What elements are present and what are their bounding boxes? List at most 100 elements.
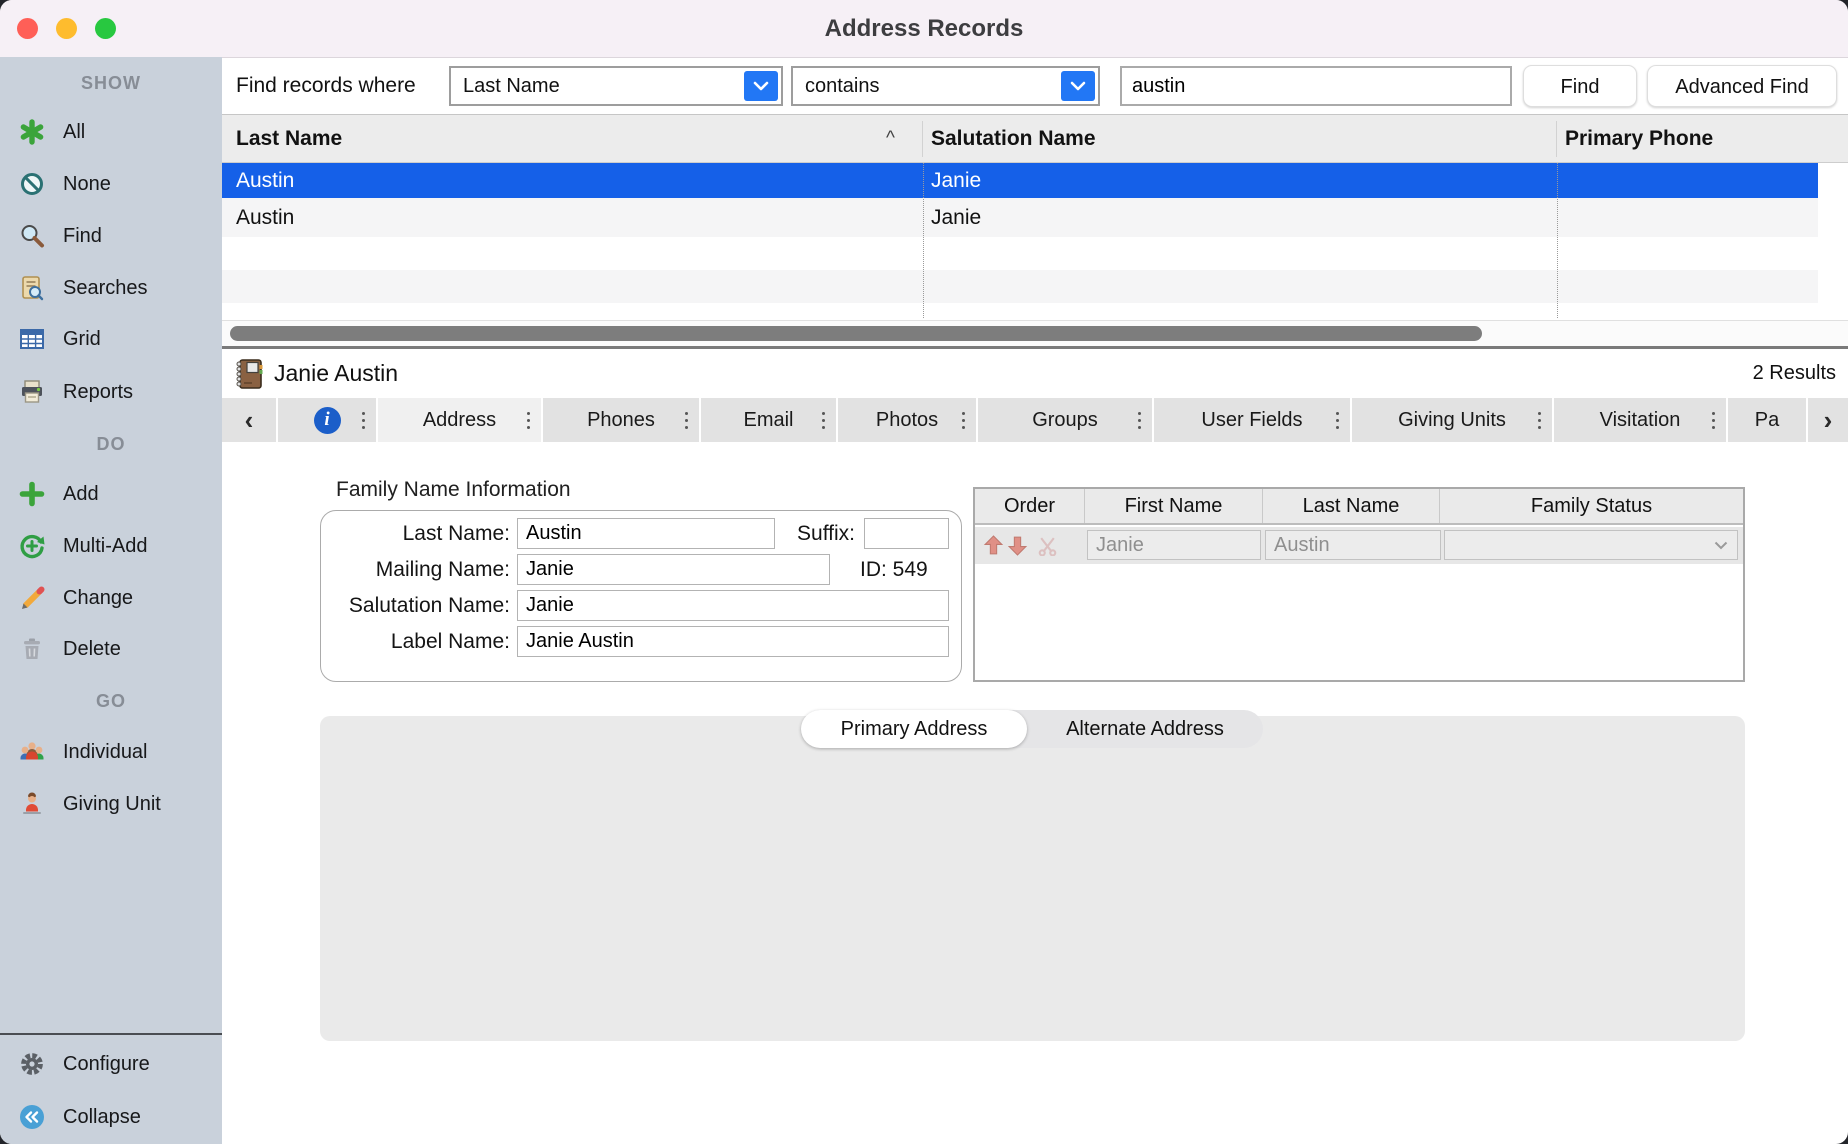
scrollbar-thumb[interactable] [230, 326, 1482, 341]
column-header-primary-phone[interactable]: Primary Phone [1565, 115, 1713, 162]
sidebar-item-grid[interactable]: Grid [18, 323, 101, 355]
column-divider[interactable] [1556, 121, 1557, 157]
tab-label: User Fields [1201, 408, 1303, 431]
tab-photos[interactable]: Photos [838, 398, 976, 442]
horizontal-scrollbar[interactable] [222, 320, 1848, 346]
column-divider[interactable] [922, 121, 923, 157]
tab-giving-units[interactable]: Giving Units [1352, 398, 1552, 442]
person-icon [23, 792, 41, 814]
tab-label: Pa [1754, 408, 1780, 431]
column-header-salutation-name[interactable]: Salutation Name [931, 115, 1096, 162]
member-first-name-field[interactable]: Janie [1087, 530, 1261, 560]
segment-alternate-address[interactable]: Alternate Address [1027, 710, 1263, 748]
suffix-label: Suffix: [797, 522, 855, 545]
table-row-empty[interactable] [222, 237, 1818, 270]
table-row-selected[interactable]: Austin Janie [222, 163, 1818, 198]
sidebar-item-configure[interactable]: Configure [18, 1048, 150, 1080]
member-family-status-select[interactable] [1444, 530, 1738, 560]
saved-search-icon [22, 276, 44, 301]
tabs-scroll-right-button[interactable]: › [1808, 398, 1848, 442]
multi-add-icon [20, 534, 45, 559]
find-button[interactable]: Find [1523, 65, 1637, 107]
sidebar-item-multi-add[interactable]: Multi-Add [18, 530, 147, 562]
label-name-field[interactable] [517, 626, 949, 657]
family-info-legend: Family Name Information [336, 478, 571, 501]
table-row[interactable]: Austin Janie [222, 198, 1818, 237]
move-up-icon[interactable] [983, 535, 1004, 556]
sidebar-item-add[interactable]: Add [18, 478, 99, 510]
sidebar-item-delete[interactable]: Delete [18, 633, 121, 665]
salutation-name-label: Salutation Name: [348, 594, 510, 617]
sidebar-item-label: Find [63, 224, 102, 247]
sidebar-item-change[interactable]: Change [18, 582, 133, 614]
last-name-field[interactable] [517, 518, 775, 549]
address-panel [320, 716, 1745, 1041]
cut-icon[interactable] [1037, 535, 1058, 556]
tab-visitation[interactable]: Visitation [1554, 398, 1726, 442]
sidebar-item-label: Multi-Add [63, 534, 148, 557]
tab-menu-dots-icon[interactable] [1712, 419, 1715, 422]
tab-menu-dots-icon[interactable] [822, 419, 825, 422]
tab-label: Groups [1032, 408, 1098, 431]
magnifier-icon [21, 225, 44, 248]
people-icon [20, 742, 44, 760]
plus-icon [19, 481, 45, 507]
tab-menu-dots-icon[interactable] [962, 419, 965, 422]
table-row-empty[interactable] [222, 303, 1818, 318]
tab-menu-dots-icon[interactable] [1138, 419, 1141, 422]
tab-menu-dots-icon[interactable] [527, 419, 530, 422]
members-col-last-name: Last Name [1263, 489, 1440, 523]
operator-select[interactable]: contains [791, 66, 1100, 106]
sidebar-item-none[interactable]: None [18, 168, 111, 200]
tab-label: Visitation [1599, 408, 1681, 431]
members-col-first-name: First Name [1085, 489, 1263, 523]
sidebar-item-find[interactable]: Find [18, 220, 102, 252]
printer-icon [22, 380, 42, 403]
label-name-label: Label Name: [390, 630, 510, 653]
mailing-name-label: Mailing Name: [375, 558, 510, 581]
members-header: Order First Name Last Name Family Status [975, 489, 1743, 525]
sidebar-item-label: Individual [63, 740, 148, 763]
field-select[interactable]: Last Name [449, 66, 783, 106]
asterisk-icon [20, 119, 44, 145]
tab-menu-dots-icon[interactable] [685, 419, 688, 422]
sidebar-item-giving-unit[interactable]: Giving Unit [18, 788, 161, 820]
tab-menu-dots-icon[interactable] [1336, 419, 1339, 422]
member-last-name-field[interactable]: Austin [1265, 530, 1441, 560]
tabs-scroll-left-button[interactable]: ‹ [222, 398, 276, 442]
advanced-find-button[interactable]: Advanced Find [1647, 65, 1837, 107]
tab-partial[interactable]: Pa [1728, 398, 1806, 442]
sidebar-item-individual[interactable]: Individual [18, 736, 148, 768]
table-row-empty[interactable] [222, 270, 1818, 303]
tab-label: Email [743, 408, 794, 431]
address-records-window: Address Records SHOW All None Find Searc… [0, 0, 1848, 1144]
column-header-last-name[interactable]: Last Name [236, 115, 342, 162]
member-row: Janie Austin [975, 527, 1743, 564]
tab-address[interactable]: Address [378, 398, 541, 442]
address-book-icon [236, 359, 263, 389]
grid-icon [20, 329, 44, 349]
suffix-field[interactable] [864, 518, 949, 549]
tab-email[interactable]: Email [701, 398, 836, 442]
search-query-input[interactable] [1120, 66, 1512, 106]
sidebar-item-all[interactable]: All [18, 116, 85, 148]
salutation-name-field[interactable] [517, 590, 949, 621]
tab-info[interactable]: i [278, 398, 376, 442]
tab-user-fields[interactable]: User Fields [1154, 398, 1350, 442]
mailing-name-field[interactable] [517, 554, 830, 585]
sidebar: SHOW All None Find Searches Grid Reports… [0, 57, 222, 1144]
tab-groups[interactable]: Groups [978, 398, 1152, 442]
chevron-down-icon [744, 71, 778, 101]
sidebar-item-reports[interactable]: Reports [18, 376, 133, 408]
tab-menu-dots-icon[interactable] [362, 419, 365, 422]
sidebar-item-searches[interactable]: Searches [18, 272, 148, 304]
column-divider-dotted [923, 163, 924, 318]
segment-primary-address[interactable]: Primary Address [801, 710, 1027, 748]
tab-menu-dots-icon[interactable] [1538, 419, 1541, 422]
sidebar-item-label: Collapse [63, 1105, 141, 1128]
sidebar-item-collapse[interactable]: Collapse [18, 1101, 141, 1133]
sort-ascending-icon[interactable]: ^ [886, 115, 895, 162]
move-down-icon[interactable] [1007, 535, 1028, 556]
tab-phones[interactable]: Phones [543, 398, 699, 442]
prohibited-icon [21, 173, 43, 195]
